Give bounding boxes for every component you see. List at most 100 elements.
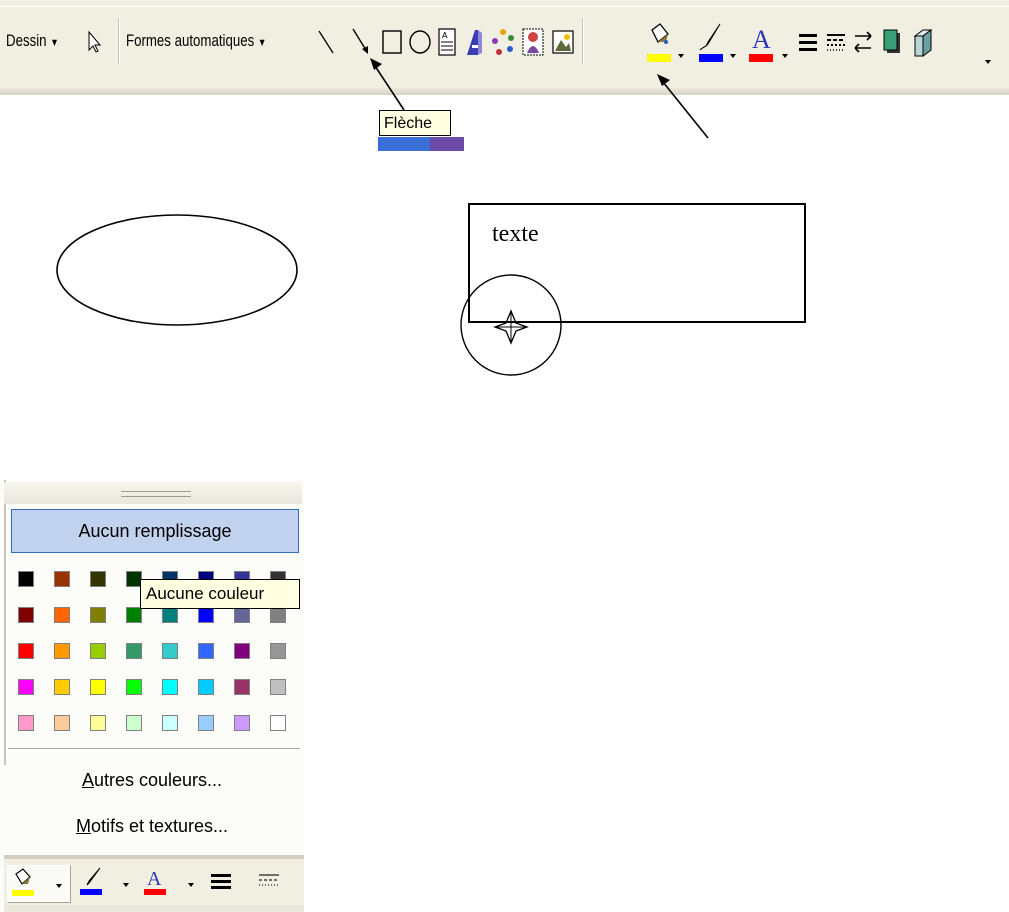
- draw-menu[interactable]: Dessin ▼: [6, 27, 59, 57]
- diagram-button[interactable]: [490, 24, 516, 60]
- shadow-style-button[interactable]: [879, 24, 905, 60]
- chevron-down-icon[interactable]: [188, 883, 194, 887]
- color-swatch[interactable]: [270, 643, 286, 659]
- arrow-style-icon: [854, 31, 872, 53]
- chevron-down-icon[interactable]: [730, 54, 736, 58]
- chevron-down-icon[interactable]: [678, 54, 684, 58]
- toolbar-highlight: [0, 6, 1009, 7]
- svg-text:A: A: [752, 25, 771, 54]
- color-swatch[interactable]: [270, 607, 286, 623]
- dash-style-button[interactable]: [824, 24, 848, 60]
- line-style-icon[interactable]: [209, 869, 235, 895]
- clip-art-button[interactable]: [520, 24, 546, 60]
- color-swatch[interactable]: [54, 607, 70, 623]
- autoshapes-menu-label: Formes automatiques: [126, 31, 255, 50]
- color-swatch[interactable]: [270, 679, 286, 695]
- fill-color-button[interactable]: [7, 865, 71, 903]
- color-swatch[interactable]: [234, 643, 250, 659]
- 3d-style-button[interactable]: [910, 24, 936, 60]
- color-swatch[interactable]: [234, 679, 250, 695]
- arrow-button[interactable]: [348, 24, 376, 60]
- drawn-text-box[interactable]: texte: [468, 203, 806, 323]
- font-color-button[interactable]: A: [746, 20, 776, 68]
- draw-menu-label: Dessin: [6, 31, 47, 50]
- menu-separator: [8, 748, 300, 749]
- color-swatch[interactable]: [234, 715, 250, 731]
- chevron-down-icon[interactable]: [123, 883, 129, 887]
- fill-color-button[interactable]: [644, 20, 674, 68]
- color-swatch[interactable]: [90, 715, 106, 731]
- color-swatch[interactable]: [270, 715, 286, 731]
- text-box-icon: A: [438, 28, 456, 56]
- line-color-button[interactable]: [696, 20, 726, 68]
- line-button[interactable]: [314, 24, 338, 60]
- color-swatch[interactable]: [126, 715, 142, 731]
- drawn-ellipse[interactable]: [56, 214, 298, 326]
- chevron-down-icon[interactable]: [782, 54, 788, 58]
- color-swatch[interactable]: [162, 607, 178, 623]
- toolbar-separator: [118, 18, 120, 64]
- text-box-content: texte: [492, 221, 539, 247]
- color-swatch[interactable]: [234, 607, 250, 623]
- shadow-style-icon: [883, 29, 900, 53]
- color-swatch[interactable]: [198, 607, 214, 623]
- select-objects-button[interactable]: [83, 24, 105, 60]
- toolbar-edge: [4, 855, 304, 859]
- color-swatch[interactable]: [198, 715, 214, 731]
- more-colors-item[interactable]: Autres couleurs...: [0, 770, 304, 791]
- color-swatch[interactable]: [162, 679, 178, 695]
- no-fill-button[interactable]: Aucun remplissage: [11, 509, 299, 553]
- arrow-tooltip: Flèche: [379, 110, 451, 136]
- arrow-style-button[interactable]: [851, 24, 875, 60]
- patterns-accel: M: [75, 816, 91, 836]
- color-swatch[interactable]: [54, 571, 70, 587]
- font-color-icon: A: [749, 25, 773, 62]
- autoshapes-menu[interactable]: Formes automatiques ▼: [126, 27, 266, 57]
- color-swatch[interactable]: [90, 679, 106, 695]
- color-swatch[interactable]: [54, 679, 70, 695]
- fill-color-icon: [647, 23, 671, 62]
- dropdown-drag-handle[interactable]: [4, 482, 302, 504]
- color-swatch[interactable]: [162, 643, 178, 659]
- picture-icon: [552, 30, 574, 54]
- clip-art-icon: [522, 28, 544, 56]
- svg-text:A: A: [442, 31, 448, 40]
- color-swatch[interactable]: [90, 607, 106, 623]
- patterns-label: otifs et textures...: [90, 816, 229, 836]
- line-style-button[interactable]: [796, 24, 820, 60]
- color-swatch[interactable]: [126, 643, 142, 659]
- color-swatch[interactable]: [90, 571, 106, 587]
- oval-button[interactable]: [407, 24, 433, 60]
- font-color-icon[interactable]: A: [142, 865, 176, 901]
- color-swatch[interactable]: [126, 679, 142, 695]
- wordart-button[interactable]: [462, 24, 486, 60]
- toolbar-bottom-edge: [0, 88, 1009, 95]
- text-box-button[interactable]: A: [436, 24, 458, 60]
- picture-button[interactable]: [550, 24, 576, 60]
- color-swatch[interactable]: [198, 643, 214, 659]
- rectangle-button[interactable]: [380, 24, 404, 60]
- line-icon: [318, 30, 334, 54]
- toolbar-options-icon[interactable]: [985, 60, 991, 64]
- color-swatch[interactable]: [90, 643, 106, 659]
- color-swatch[interactable]: [162, 715, 178, 731]
- color-tooltip: Aucune couleur: [140, 579, 300, 609]
- color-swatch[interactable]: [126, 607, 142, 623]
- color-swatch[interactable]: [18, 715, 34, 731]
- patterns-textures-item[interactable]: Motifs et textures...: [0, 816, 304, 837]
- color-swatch[interactable]: [198, 679, 214, 695]
- color-swatch[interactable]: [18, 679, 34, 695]
- select-objects-icon: [88, 30, 101, 53]
- toolbar-separator: [582, 18, 584, 64]
- color-swatch[interactable]: [18, 643, 34, 659]
- color-swatch[interactable]: [54, 715, 70, 731]
- 3d-style-icon: [913, 29, 933, 57]
- color-swatch[interactable]: [18, 607, 34, 623]
- drawing-toolbar: Dessin ▼ Formes automatiques ▼ A A: [0, 0, 1009, 95]
- dash-style-icon[interactable]: [257, 869, 283, 895]
- chevron-down-icon[interactable]: [56, 884, 62, 888]
- line-color-icon[interactable]: [78, 865, 112, 901]
- chevron-down-icon: ▼: [257, 37, 267, 49]
- color-swatch[interactable]: [18, 571, 34, 587]
- color-swatch[interactable]: [54, 643, 70, 659]
